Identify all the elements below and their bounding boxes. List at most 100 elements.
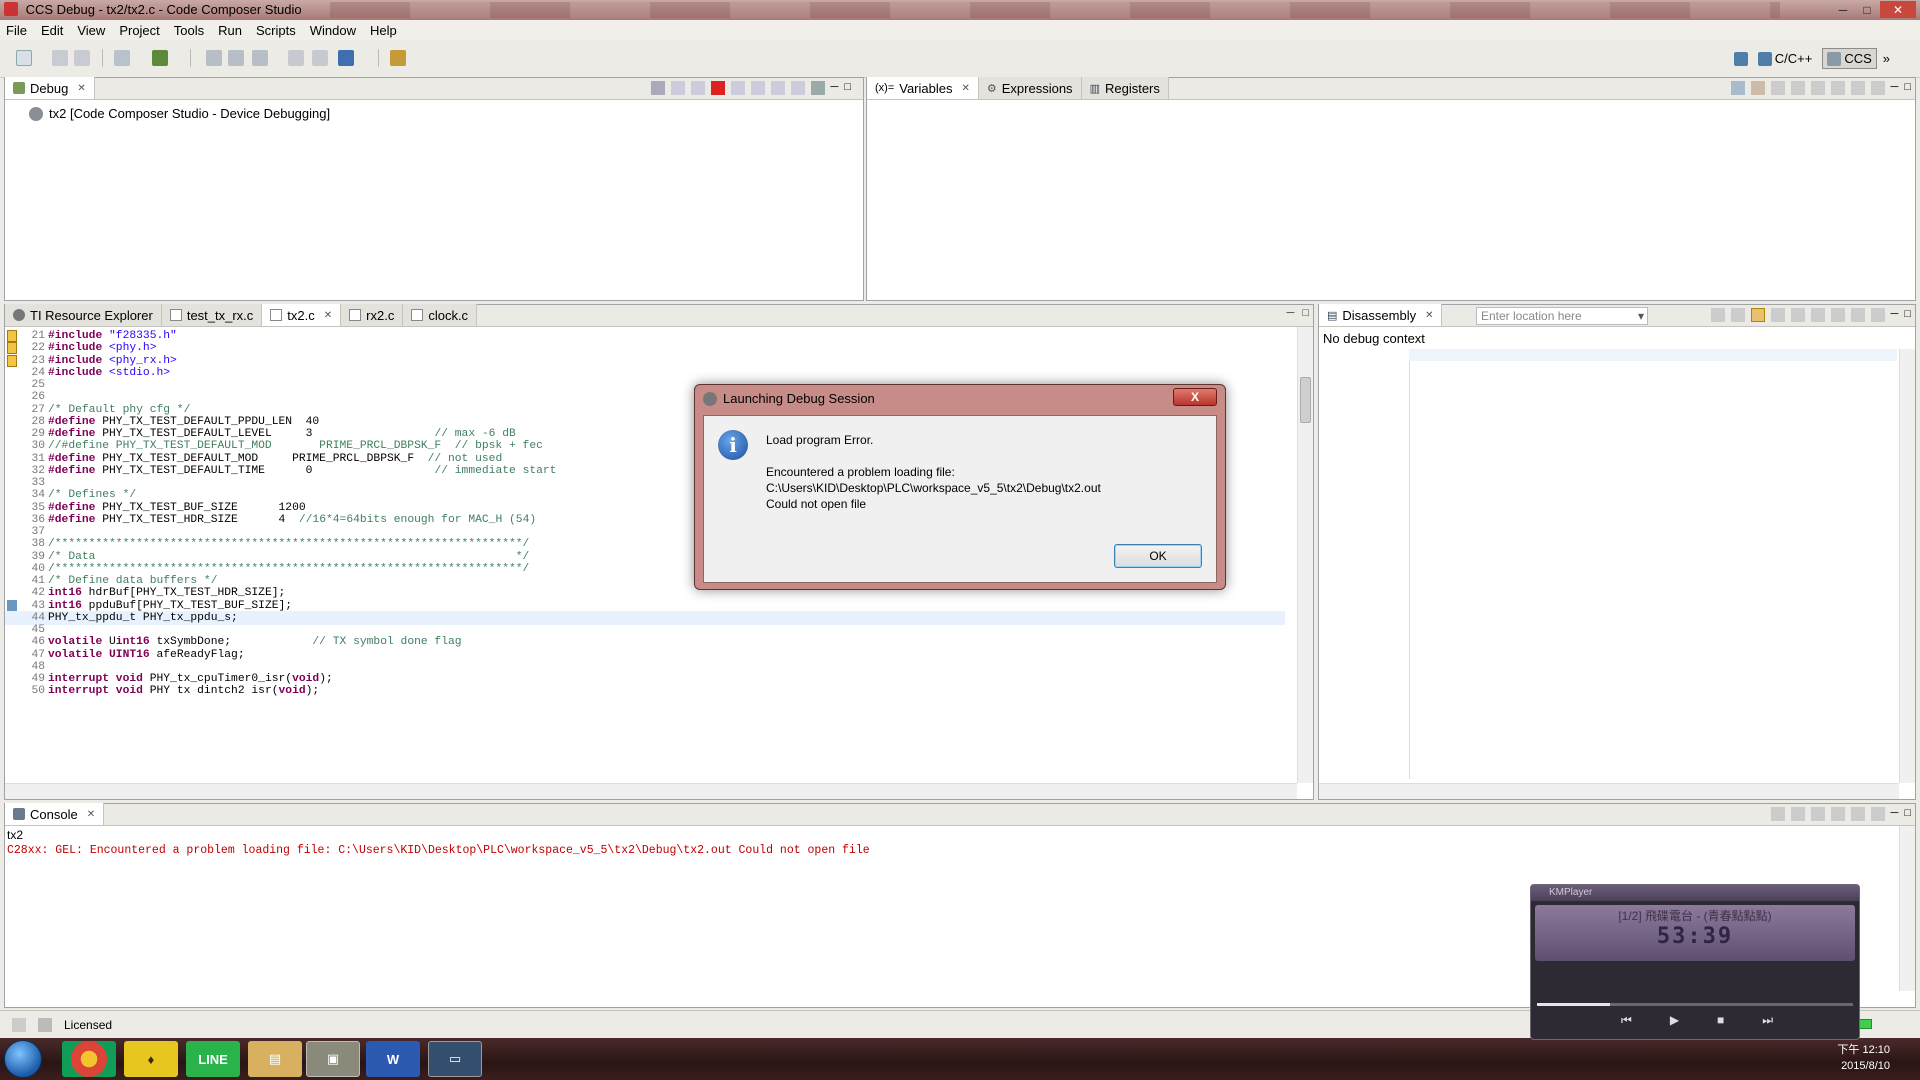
maximize-view-icon[interactable]: □ [844, 81, 851, 95]
clock-time[interactable]: 下午 12:10 [1837, 1042, 1890, 1058]
tab-rx2-c[interactable]: rx2.c [341, 304, 404, 326]
menu-scripts[interactable]: Scripts [256, 23, 296, 38]
minimize-view-icon[interactable]: ─ [831, 81, 839, 95]
open-perspective-icon[interactable] [114, 50, 130, 66]
close-window-button[interactable]: ✕ [1880, 1, 1916, 18]
goto-pc-icon[interactable] [1710, 308, 1725, 322]
kmplayer-window[interactable]: KMPlayer [1/2] 飛碟電台 - (青春點點點) 53:39 ⏮ ▶ … [1530, 884, 1860, 1040]
remove-terminated-icon[interactable] [650, 81, 665, 95]
refresh-icon[interactable] [1810, 308, 1825, 322]
menu-help[interactable]: Help [370, 23, 397, 38]
close-tab-icon[interactable]: ✕ [324, 310, 332, 321]
open-perspective-icon[interactable] [1733, 51, 1748, 66]
target-config-icon[interactable] [338, 50, 354, 66]
tab-test-tx-rx-c[interactable]: test_tx_rx.c [161, 304, 263, 326]
menu-project[interactable]: Project [119, 23, 159, 38]
save-all-icon[interactable] [74, 50, 90, 66]
menu-edit[interactable]: Edit [41, 23, 63, 38]
new-file-icon[interactable] [16, 50, 32, 66]
tab-registers[interactable]: ▥ Registers [1081, 77, 1169, 99]
fast-view-icon[interactable] [12, 1017, 26, 1032]
tab-tx2-c[interactable]: tx2.c ✕ [262, 304, 342, 326]
clear-console-icon[interactable] [1770, 807, 1785, 821]
warning-icon[interactable] [7, 330, 17, 342]
tab-debug[interactable]: Debug ✕ [5, 77, 95, 99]
menu-tools[interactable]: Tools [174, 23, 204, 38]
stop-icon[interactable]: ■ [1717, 1013, 1724, 1028]
new-view-icon[interactable] [1830, 308, 1845, 322]
close-tab-icon[interactable]: ✕ [87, 809, 95, 820]
tab-expressions[interactable]: ⚙ Expressions [978, 77, 1082, 99]
terminate-icon[interactable] [710, 81, 725, 95]
tab-console[interactable]: Console ✕ [5, 803, 105, 825]
warning-icon[interactable] [7, 354, 17, 367]
location-input[interactable]: Enter location here [1476, 307, 1648, 325]
view-menu-icon[interactable] [1870, 807, 1885, 821]
reset-icon[interactable] [312, 50, 328, 66]
new-view-icon[interactable] [1850, 81, 1865, 95]
pin-console-icon[interactable] [1810, 807, 1825, 821]
tab-variables[interactable]: (x)= Variables ✕ [867, 77, 979, 99]
ok-button[interactable]: OK [1114, 544, 1202, 568]
kmplayer-seek-bar[interactable] [1537, 1003, 1853, 1006]
link-icon[interactable] [228, 50, 244, 66]
suspend-icon[interactable] [690, 81, 705, 95]
minimize-view-icon[interactable]: ─ [1891, 807, 1899, 821]
menu-file[interactable]: File [6, 23, 27, 38]
display-console-icon[interactable] [1830, 807, 1845, 821]
show-source-icon[interactable] [1770, 308, 1785, 322]
disassembly-horizontal-scrollbar[interactable] [1319, 783, 1899, 799]
scroll-lock-icon[interactable] [1790, 807, 1805, 821]
step-icon[interactable] [1790, 308, 1805, 322]
code-line[interactable]: 50 interrupt void PHY tx dintch2 isr(void… [5, 684, 1285, 698]
minimize-view-icon[interactable]: ─ [1891, 308, 1899, 322]
external-tools-icon[interactable] [390, 50, 406, 66]
save-icon[interactable] [52, 50, 68, 66]
tab-disassembly[interactable]: ▤ Disassembly ✕ [1319, 304, 1443, 326]
maximize-view-icon[interactable]: □ [1904, 81, 1911, 95]
warning-icon[interactable] [7, 342, 17, 355]
editor-vertical-scrollbar[interactable] [1297, 327, 1313, 783]
pin-icon[interactable] [1850, 308, 1865, 322]
step-into-icon[interactable] [730, 81, 745, 95]
clock-date[interactable]: 2015/8/10 [1837, 1058, 1890, 1074]
pin-icon[interactable] [1790, 81, 1805, 95]
view-menu-icon[interactable] [1870, 81, 1885, 95]
debug-tool-icon[interactable] [206, 50, 222, 66]
close-tab-icon[interactable]: ✕ [961, 83, 969, 94]
kakao-icon[interactable]: ♦ [124, 1041, 178, 1077]
line-icon[interactable]: LINE [186, 1041, 240, 1077]
view-menu-icon[interactable] [1870, 308, 1885, 322]
menu-window[interactable]: Window [310, 23, 356, 38]
link-with-debug-icon[interactable] [1750, 308, 1765, 322]
go-home-icon[interactable] [1730, 308, 1745, 322]
previous-icon[interactable]: ⏮ [1621, 1013, 1632, 1028]
build-icon[interactable] [152, 50, 168, 66]
perspective-cpp[interactable]: C/C++ [1754, 49, 1817, 68]
close-tab-icon[interactable]: ✕ [1425, 310, 1433, 321]
perspective-ccs[interactable]: CCS [1822, 48, 1877, 69]
view-menu-icon[interactable] [810, 81, 825, 95]
collapse-all-icon[interactable] [1750, 81, 1765, 95]
remove-icon[interactable] [1810, 81, 1825, 95]
maximize-view-icon[interactable]: □ [1904, 807, 1911, 821]
remove-all-icon[interactable] [1830, 81, 1845, 95]
close-tab-icon[interactable]: ✕ [77, 83, 85, 94]
step-over-icon[interactable] [750, 81, 765, 95]
start-button[interactable] [4, 1040, 42, 1078]
minimize-view-icon[interactable]: ─ [1891, 81, 1899, 95]
explorer-icon[interactable]: ▤ [248, 1041, 302, 1077]
menu-view[interactable]: View [77, 23, 105, 38]
minimize-button[interactable]: ─ [1832, 1, 1854, 18]
maximize-view-icon[interactable]: □ [1904, 308, 1911, 322]
disassembly-vertical-scrollbar[interactable] [1899, 349, 1915, 783]
more-perspectives-icon[interactable]: » [1883, 51, 1890, 66]
ccs-icon[interactable]: ▭ [428, 1041, 482, 1077]
console-vertical-scrollbar[interactable] [1899, 826, 1915, 991]
open-console-icon[interactable] [1850, 807, 1865, 821]
maximize-button[interactable]: □ [1856, 1, 1878, 18]
virtualbox-icon[interactable]: ▣ [306, 1041, 360, 1077]
play-icon[interactable]: ▶ [1670, 1013, 1679, 1028]
select-all-icon[interactable] [1770, 81, 1785, 95]
next-icon[interactable]: ⏭ [1762, 1013, 1773, 1028]
